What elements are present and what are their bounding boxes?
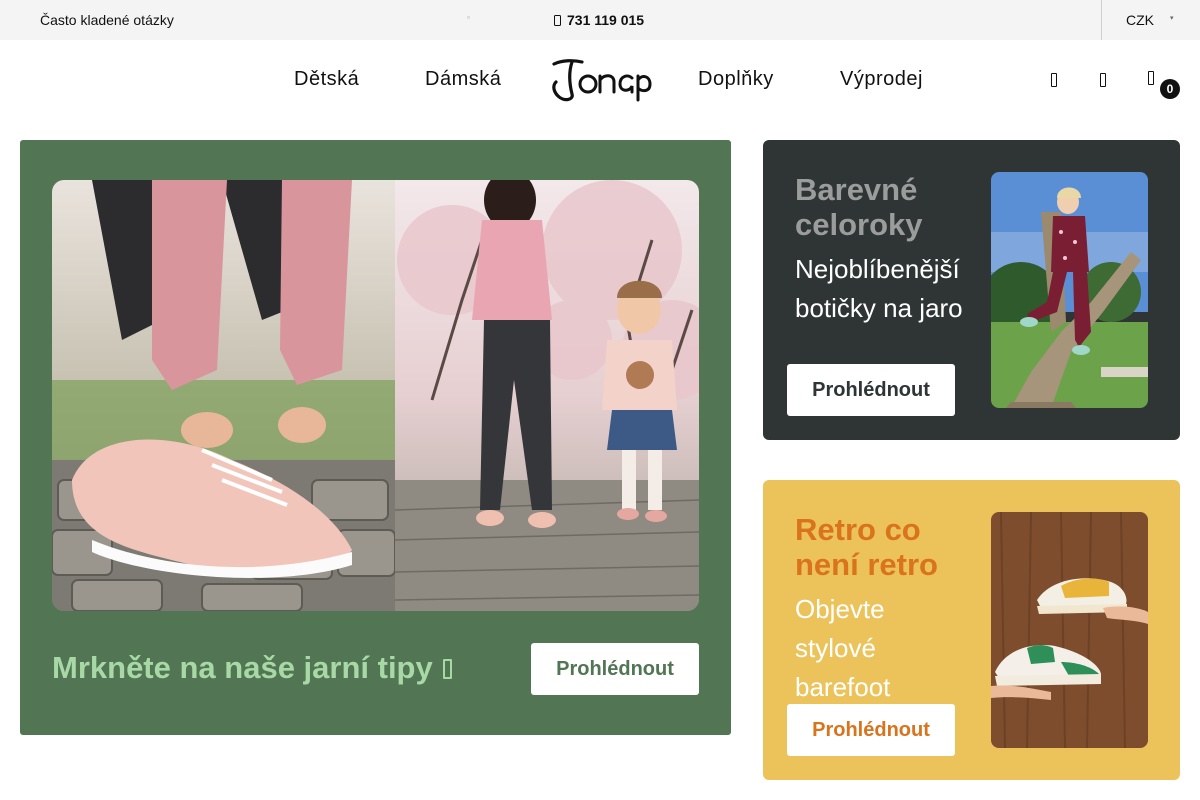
retro-sneakers-photo <box>991 512 1148 748</box>
faq-link[interactable]: Často kladené otázky <box>40 12 174 28</box>
retro-shoes-card[interactable]: Retro co není retro Objevte stylové bare… <box>763 480 1180 780</box>
jonap-logo[interactable] <box>548 58 652 102</box>
phone-number: 731 119 015 <box>567 12 645 28</box>
divider <box>1101 0 1102 40</box>
retro-sneakers-illustration <box>991 512 1148 748</box>
hero-browse-button[interactable]: Prohlédnout <box>531 643 699 695</box>
nav-item-vyprodej[interactable]: Výprodej <box>840 68 923 91</box>
card-subtitle: Nejoblíbenější botičky na jaro <box>795 254 963 323</box>
retro-shoes-browse-button[interactable]: Prohlédnout <box>787 704 955 756</box>
hero-title-text: Mrkněte na naše jarní tipy <box>52 650 433 685</box>
colorful-shoes-card[interactable]: Barevné celoroky Nejoblíbenější botičky … <box>763 140 1180 440</box>
main-header: Dětská Dámská Doplňky Výprodej <box>0 40 1200 120</box>
card-title: Retro co není retro <box>795 512 938 582</box>
card-title: Barevné celoroky <box>795 172 923 242</box>
separator-dot-icon: ▫ <box>467 13 470 22</box>
cart-icon[interactable] <box>1140 66 1162 90</box>
girl-on-tree-photo <box>991 172 1148 408</box>
hero-photo <box>52 180 699 611</box>
nav-item-detska[interactable]: Dětská <box>294 68 359 91</box>
account-icon[interactable] <box>1092 68 1114 92</box>
girl-on-tree-illustration <box>991 172 1148 408</box>
phone-link[interactable]: 731 119 015 <box>554 12 644 28</box>
cart-count-badge: 0 <box>1160 79 1180 99</box>
spring-tips-banner[interactable]: Mrkněte na naše jarní tipy Prohlédnout <box>20 140 731 735</box>
phone-icon <box>554 14 561 26</box>
hero-photo-illustration <box>52 180 699 611</box>
top-bar: Často kladené otázky ▫ 731 119 015 CZK ▾ <box>0 0 1200 40</box>
chevron-down-icon[interactable]: ▾ <box>1170 14 1174 22</box>
hero-title: Mrkněte na naše jarní tipy <box>52 650 452 686</box>
card-subtitle: Objevte stylové barefoot <box>795 594 891 702</box>
search-icon[interactable] <box>1043 68 1065 92</box>
currency-selector[interactable]: CZK <box>1126 12 1154 28</box>
arrow-right-icon <box>442 659 452 679</box>
nav-item-damska[interactable]: Dámská <box>425 68 501 91</box>
colorful-shoes-browse-button[interactable]: Prohlédnout <box>787 364 955 416</box>
nav-item-doplnky[interactable]: Doplňky <box>698 68 774 91</box>
